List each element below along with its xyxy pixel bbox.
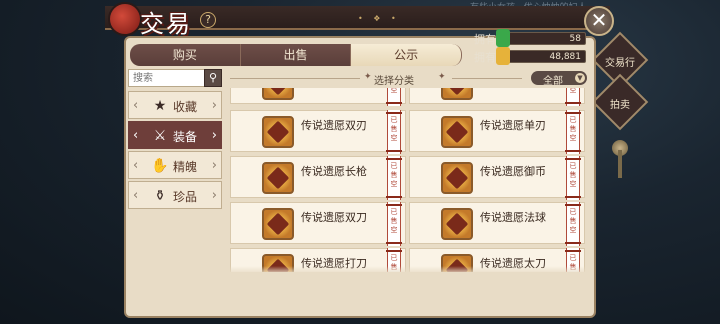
currency-box: 48,881 bbox=[500, 50, 586, 63]
chevron-left-icon: ‹ bbox=[133, 188, 139, 203]
chevron-left-icon: ‹ bbox=[133, 98, 139, 113]
item-icon bbox=[262, 116, 294, 148]
category-label: 精魄 bbox=[173, 160, 198, 174]
item-icon bbox=[441, 208, 473, 240]
item-icon bbox=[441, 162, 473, 194]
currency-label: 拥有 bbox=[474, 51, 496, 64]
sold-out-label: 已售空 bbox=[390, 208, 398, 234]
sold-out-tag: 已售空 bbox=[565, 110, 581, 154]
tab-buy[interactable]: 购买 bbox=[130, 44, 241, 66]
filter-dropdown[interactable]: 全部 ▼ bbox=[531, 71, 587, 87]
item-list[interactable]: 已售空 已售空 传说遗愿双刃 已售空 传说遗愿单刃 已售空 传说遗愿长枪 已售空… bbox=[226, 88, 586, 272]
chevron-right-icon: › bbox=[211, 188, 217, 203]
crossed-swords-icon: ⚔ bbox=[153, 128, 167, 144]
help-icon[interactable]: ? bbox=[200, 12, 216, 28]
item-icon bbox=[441, 88, 473, 100]
item-icon bbox=[262, 162, 294, 194]
list-item[interactable]: 传说遗愿单刃 已售空 bbox=[409, 110, 585, 154]
item-name: 传说遗愿长枪 bbox=[301, 165, 367, 178]
item-name: 传说遗愿单刃 bbox=[480, 119, 546, 132]
list-item[interactable]: 传说遗愿长枪 已售空 bbox=[230, 156, 406, 200]
sold-out-label: 已售空 bbox=[569, 116, 577, 142]
currency-label: 拥有 bbox=[474, 33, 496, 46]
sold-out-label: 已售空 bbox=[390, 88, 398, 94]
item-name: 传说遗愿御币 bbox=[480, 165, 546, 178]
divider bbox=[230, 78, 360, 79]
list-item[interactable]: 已售空 bbox=[409, 88, 585, 106]
list-item[interactable]: 传说遗愿双刃 已售空 bbox=[230, 110, 406, 154]
divider bbox=[452, 78, 522, 79]
tab-bar: 购买 出售 公示 bbox=[130, 44, 463, 66]
chevron-right-icon: › bbox=[211, 98, 217, 113]
sold-out-label: 已售空 bbox=[390, 116, 398, 142]
sold-out-label: 已售空 bbox=[569, 162, 577, 188]
item-icon bbox=[262, 88, 294, 100]
item-icon bbox=[262, 208, 294, 240]
sold-out-label: 已售空 bbox=[569, 208, 577, 234]
search-input[interactable] bbox=[133, 72, 203, 85]
chevron-right-icon: › bbox=[211, 128, 217, 143]
auction-label: 拍卖 bbox=[610, 100, 630, 111]
list-item[interactable]: 传说遗愿双刀 已售空 bbox=[230, 202, 406, 246]
sold-out-label: 已售空 bbox=[390, 162, 398, 188]
gold-icon bbox=[496, 47, 510, 65]
title-emblem-icon bbox=[108, 2, 142, 36]
item-icon bbox=[441, 116, 473, 148]
sold-out-tag: 已售空 bbox=[386, 88, 402, 106]
trade-house-label: 交易行 bbox=[605, 58, 635, 69]
diamond-icon: ✦ bbox=[364, 72, 372, 82]
pouch-icon: ⚱ bbox=[154, 188, 166, 204]
close-button[interactable]: ✕ bbox=[584, 6, 614, 36]
jade-icon bbox=[496, 29, 510, 47]
chevron-left-icon: ‹ bbox=[133, 128, 139, 143]
filter-label[interactable]: 选择分类 bbox=[374, 72, 414, 87]
sold-out-tag: 已售空 bbox=[386, 156, 402, 200]
category-treasure[interactable]: ‹ ⚱ 珍品 › bbox=[128, 181, 222, 209]
tab-sell[interactable]: 出售 bbox=[240, 44, 352, 66]
sold-out-tag: 已售空 bbox=[565, 88, 581, 106]
claw-icon: ✋ bbox=[151, 158, 169, 174]
list-item[interactable]: 已售空 bbox=[230, 88, 406, 106]
chevron-right-icon: › bbox=[211, 158, 217, 173]
list-item[interactable]: 传说遗愿法球 已售空 bbox=[409, 202, 585, 246]
category-label: 收藏 bbox=[173, 100, 198, 114]
sold-out-label: 已售空 bbox=[569, 88, 577, 94]
page-title: 交易 bbox=[140, 10, 192, 38]
currency-box: 58 bbox=[500, 32, 586, 45]
category-label: 装备 bbox=[173, 130, 198, 144]
title-ornament: • ❖ • bbox=[358, 14, 400, 23]
item-name: 传说遗愿双刃 bbox=[301, 119, 367, 132]
tab-public[interactable]: 公示 bbox=[351, 44, 463, 66]
category-label: 珍品 bbox=[173, 190, 198, 204]
sold-out-tag: 已售空 bbox=[565, 156, 581, 200]
sold-out-tag: 已售空 bbox=[386, 110, 402, 154]
star-icon: ★ bbox=[153, 98, 167, 114]
chevron-left-icon: ‹ bbox=[133, 158, 139, 173]
diamond-icon: ✦ bbox=[438, 72, 446, 82]
sold-out-tag: 已售空 bbox=[565, 202, 581, 246]
currency-jade: 拥有 58 bbox=[474, 29, 586, 47]
sold-out-tag: 已售空 bbox=[386, 202, 402, 246]
rope-decoration bbox=[618, 150, 622, 178]
dropdown-value: 全部 bbox=[543, 76, 563, 87]
list-fade bbox=[226, 266, 586, 274]
chevron-down-icon: ▼ bbox=[575, 73, 585, 83]
currency-gold: 拥有 48,881 bbox=[474, 47, 586, 65]
currency-value: 48,881 bbox=[549, 52, 582, 62]
category-equipment[interactable]: ‹ ⚔ 装备 › bbox=[128, 121, 222, 149]
list-item[interactable]: 传说遗愿御币 已售空 bbox=[409, 156, 585, 200]
item-name: 传说遗愿法球 bbox=[480, 211, 546, 224]
category-favorites[interactable]: ‹ ★ 收藏 › bbox=[128, 91, 222, 119]
category-spirit[interactable]: ‹ ✋ 精魄 › bbox=[128, 151, 222, 179]
currency-value: 58 bbox=[569, 34, 581, 44]
search-icon[interactable]: ⚲ bbox=[204, 69, 222, 87]
item-name: 传说遗愿双刀 bbox=[301, 211, 367, 224]
